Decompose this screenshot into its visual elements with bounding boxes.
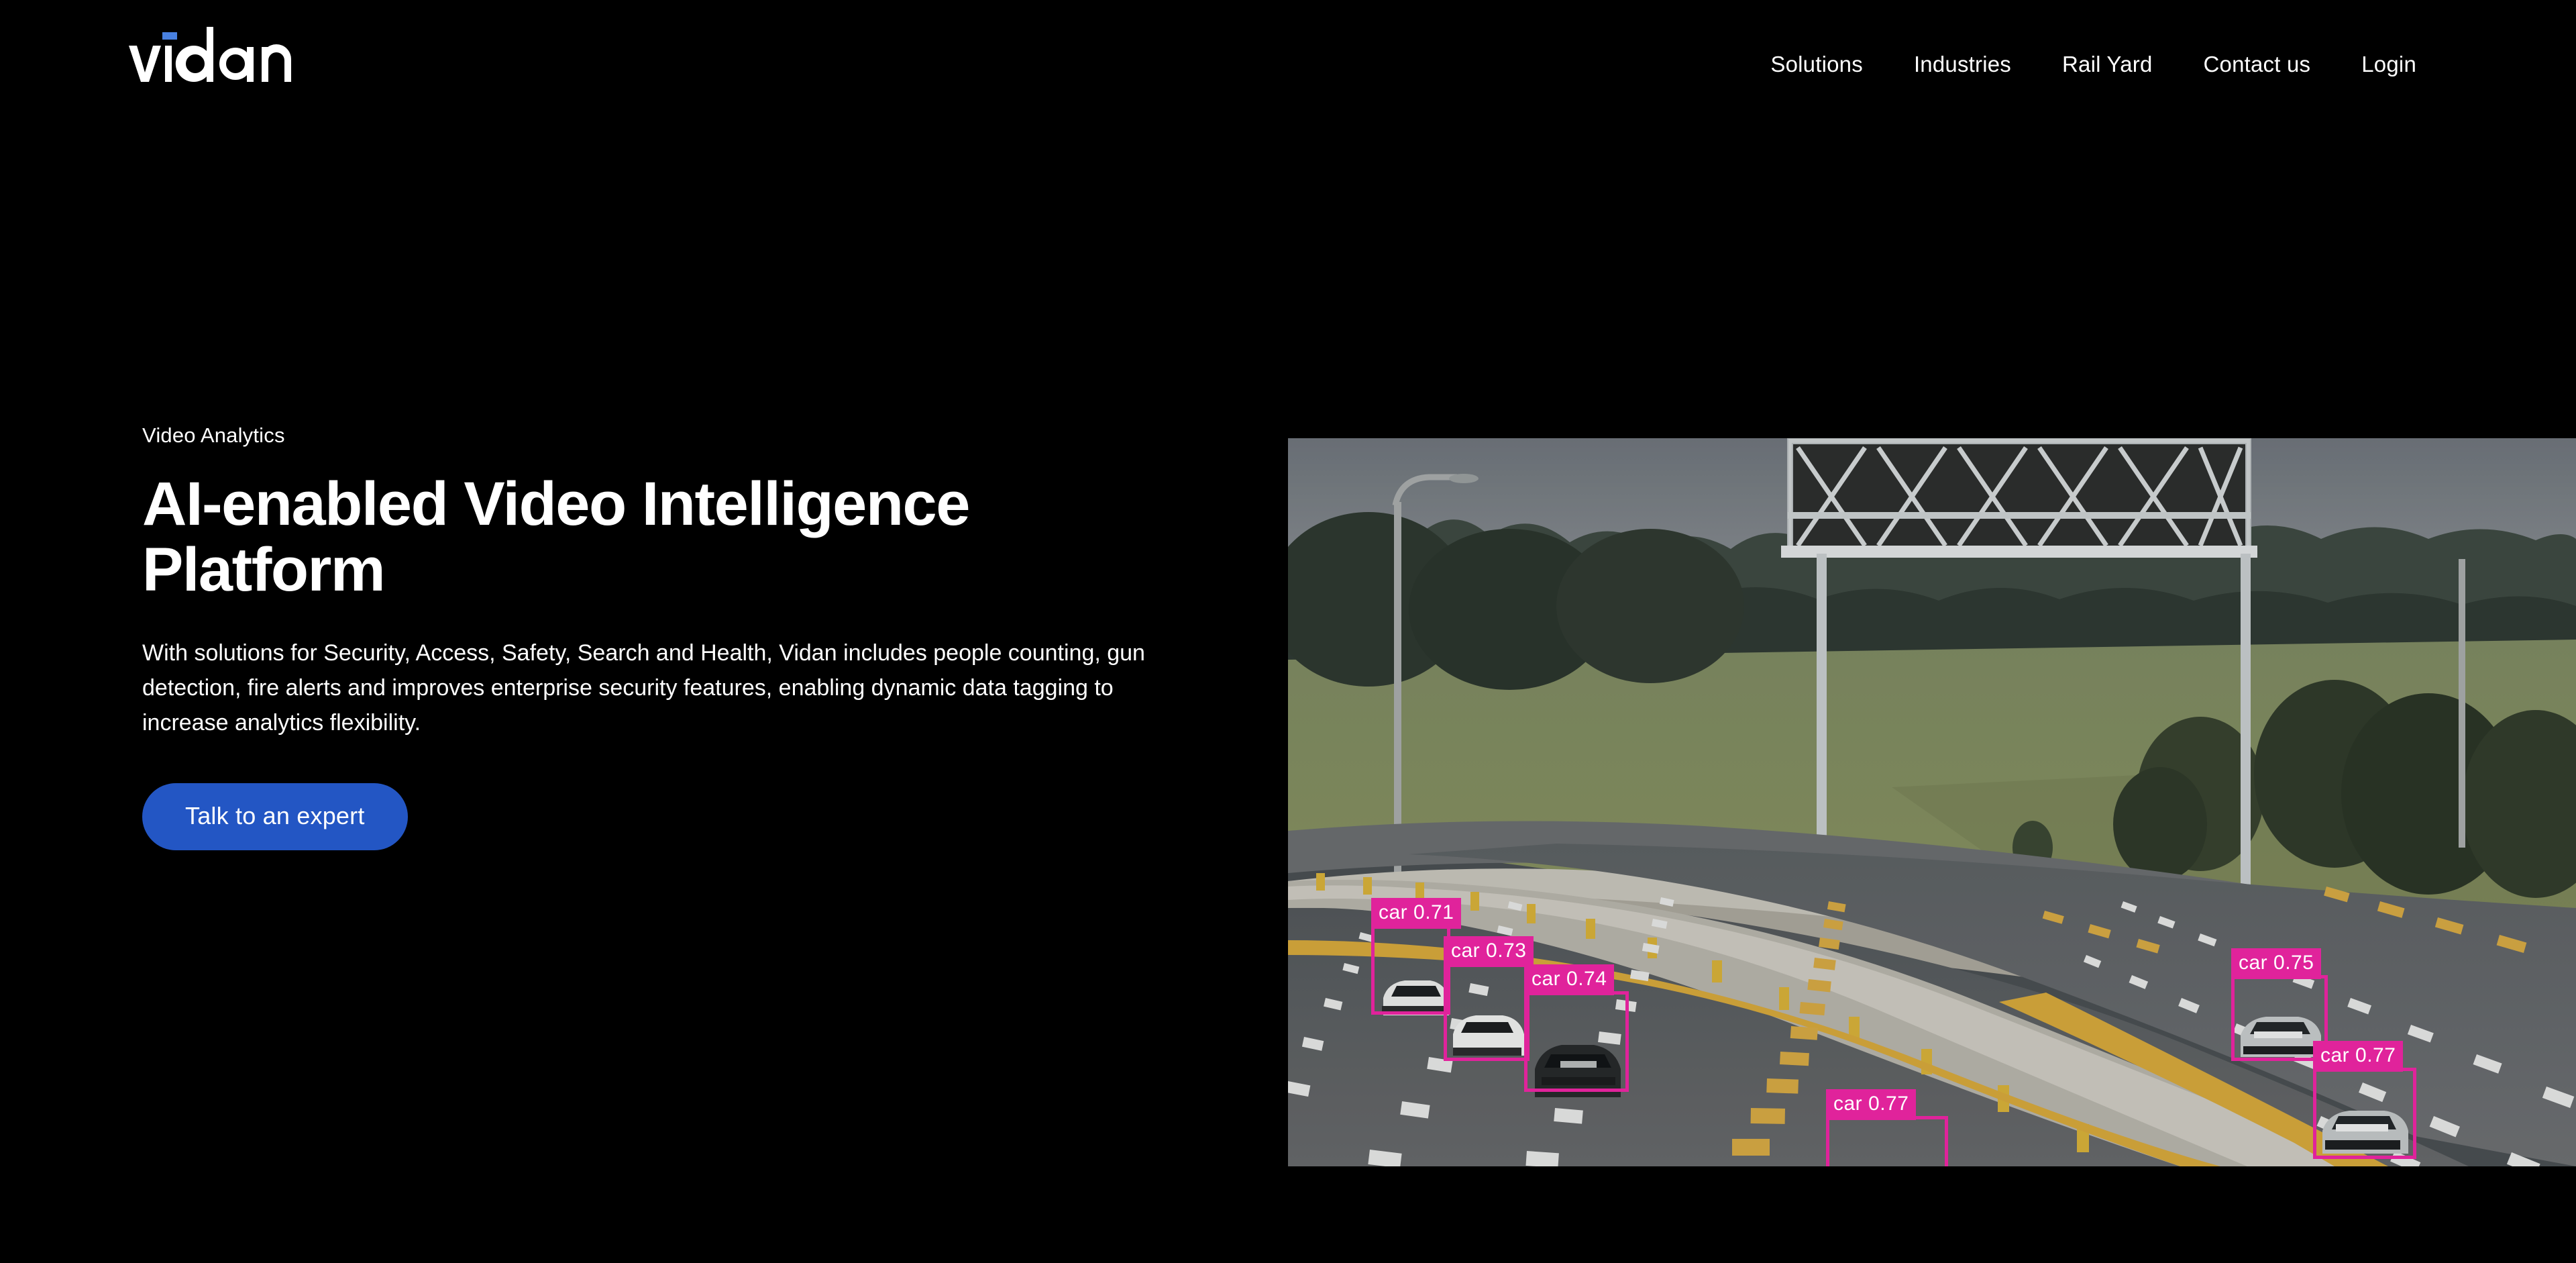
logo-accent-tittle	[162, 32, 177, 40]
detection-label-6: car 0.77	[1826, 1089, 1917, 1120]
hero-section: Video Analytics AI-enabled Video Intelli…	[0, 128, 2576, 1263]
detection-label-1: car 0.71	[1371, 898, 1462, 929]
detection-box-5: car 0.77	[2313, 1041, 2416, 1159]
detection-label-3: car 0.74	[1524, 964, 1615, 995]
video-analytics-preview[interactable]: car 0.71 car 0.73 car 0.74 car 0.75 car …	[1288, 438, 2576, 1166]
main-navigation: Solutions Industries Rail Yard Contact u…	[1745, 0, 2442, 128]
site-header: Solutions Industries Rail Yard Contact u…	[0, 0, 2576, 128]
hero-description: With solutions for Security, Access, Saf…	[142, 640, 1145, 736]
page-title: AI-enabled Video Intelligence Platform	[142, 470, 970, 604]
detection-label-4: car 0.75	[2231, 948, 2322, 979]
detection-label-5: car 0.77	[2313, 1041, 2404, 1072]
talk-to-an-expert-button[interactable]: Talk to an expert	[142, 783, 408, 851]
vidan-wordmark-icon	[129, 27, 291, 82]
nav-item-login[interactable]: Login	[2336, 46, 2442, 82]
nav-item-solutions[interactable]: Solutions	[1745, 46, 1888, 82]
brand-logo[interactable]	[127, 27, 302, 87]
hero-eyebrow: Video Analytics	[142, 423, 285, 447]
detection-box-3: car 0.74	[1524, 964, 1629, 1092]
detection-box-1: car 0.71	[1371, 898, 1462, 1015]
nav-item-industries[interactable]: Industries	[1888, 46, 2037, 82]
detection-box-6: car 0.77	[1826, 1089, 1948, 1166]
detection-box-2: car 0.73	[1444, 936, 1534, 1061]
nav-item-contact-us[interactable]: Contact us	[2178, 46, 2337, 82]
hero-copy: Video Analytics AI-enabled Video Intelli…	[142, 423, 1216, 851]
detection-label-2: car 0.73	[1444, 936, 1534, 967]
nav-item-rail-yard[interactable]: Rail Yard	[2037, 46, 2178, 82]
